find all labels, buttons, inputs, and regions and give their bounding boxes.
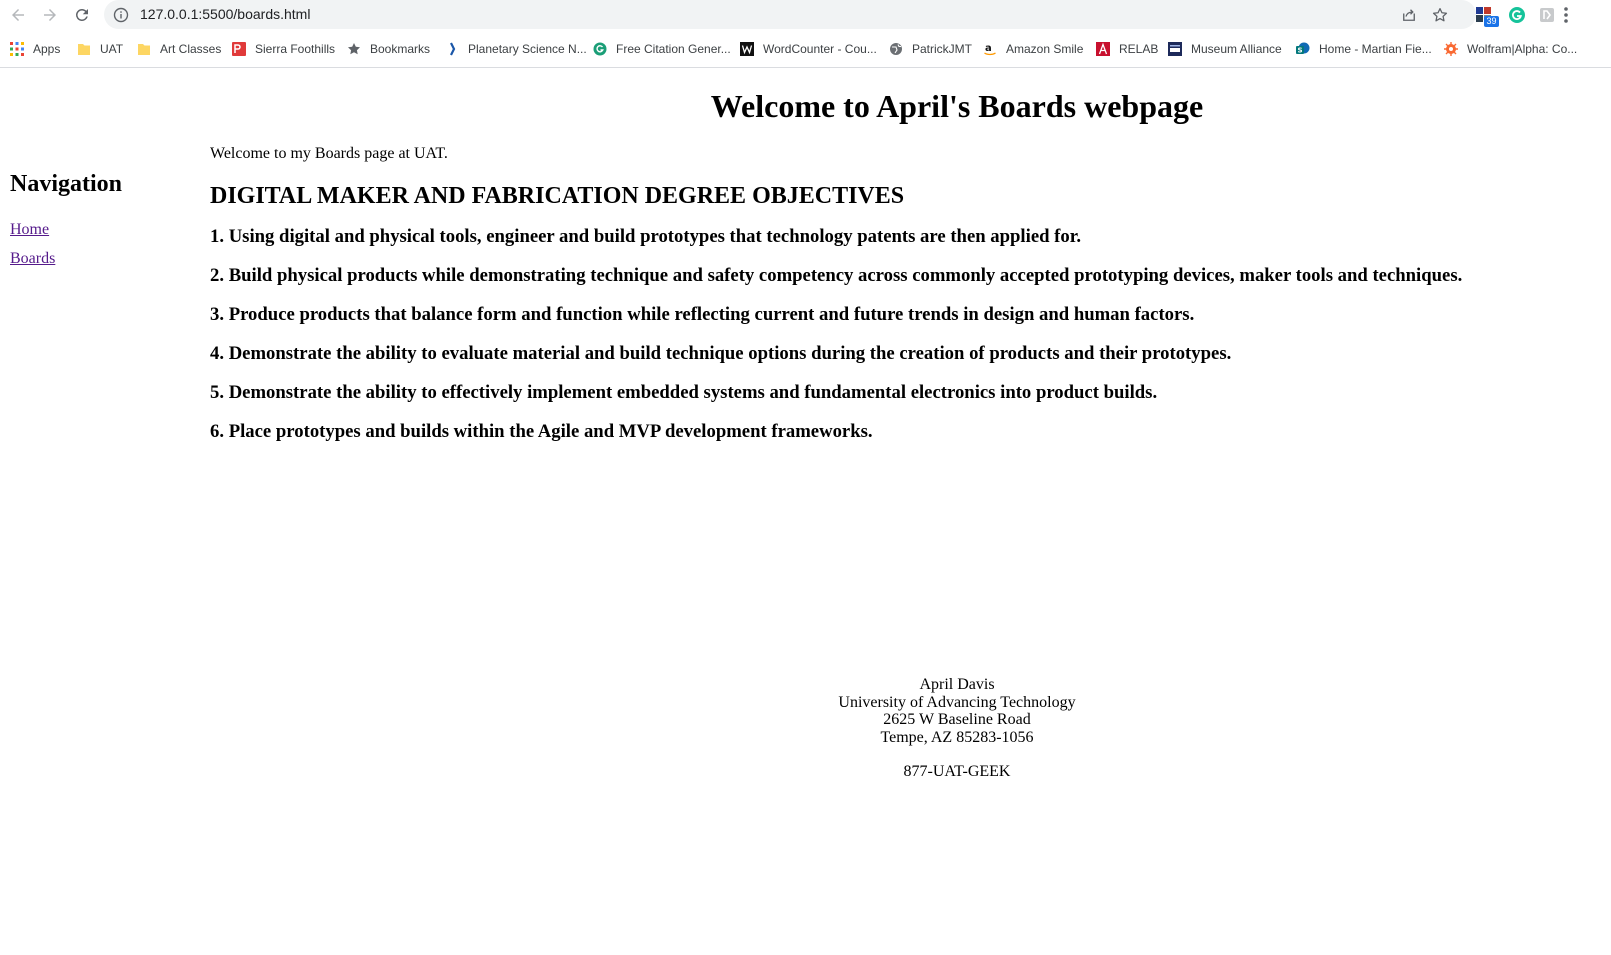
bookmark-label: Museum Alliance	[1191, 42, 1282, 56]
wolfram-icon	[1444, 42, 1458, 56]
share-icon[interactable]	[1400, 6, 1418, 24]
objective-item: 4. Demonstrate the ability to evaluate m…	[210, 343, 1232, 364]
arrow-left-icon	[12, 9, 24, 21]
sidebar-heading: Navigation	[10, 171, 123, 197]
url-text[interactable]: 127.0.0.1:5500/boards.html	[140, 6, 310, 22]
wordcounter-icon	[740, 42, 754, 56]
main-content: Welcome to my Boards page at UAT. DIGITA…	[210, 144, 1590, 443]
bookmark-sierra-foothills[interactable]: Sierra Foothills	[232, 39, 335, 59]
sidebar-navigation: Navigation Home Boards	[10, 170, 200, 268]
objective-item: 5. Demonstrate the ability to effectivel…	[210, 382, 1158, 403]
page-content: Welcome to April's Boards webpage Naviga…	[0, 68, 1611, 955]
bookmark-patrickjmt[interactable]: PatrickJMT	[889, 39, 972, 59]
back-button[interactable]	[5, 3, 31, 27]
extension-puzzle-icon[interactable]	[1537, 5, 1557, 25]
bookmark-label: WordCounter - Cou...	[763, 42, 877, 56]
bookmark-bookmarks[interactable]: Bookmarks	[347, 39, 430, 59]
bookmarks-bar: Apps UAT Art Classes Sierra Foothills Bo…	[0, 36, 1611, 62]
nav-link-boards[interactable]: Boards	[10, 249, 200, 268]
reload-button[interactable]	[69, 3, 95, 27]
objective-item: 6. Place prototypes and builds within th…	[210, 421, 873, 442]
arrow-right-icon	[44, 9, 56, 21]
bookmark-label: RELAB	[1119, 42, 1159, 56]
footer-city: Tempe, AZ 85283-1056	[880, 728, 1034, 746]
intro-text: Welcome to my Boards page at UAT.	[210, 145, 448, 162]
address-bar[interactable]: 127.0.0.1:5500/boards.html	[104, 0, 1476, 29]
info-icon[interactable]	[113, 7, 129, 23]
footer-address: April Davis University of Advancing Tech…	[0, 676, 1611, 781]
more-menu-icon[interactable]	[1560, 5, 1572, 25]
objective-item: 3. Produce products that balance form an…	[210, 304, 1195, 325]
bookmark-art-classes[interactable]: Art Classes	[137, 39, 221, 59]
bookmark-label: Home - Martian Fie...	[1319, 42, 1432, 56]
bookmark-wordcounter[interactable]: WordCounter - Cou...	[740, 39, 877, 59]
bookmark-apps[interactable]: Apps	[10, 39, 60, 59]
bookmark-star-icon[interactable]	[1431, 6, 1449, 24]
browser-toolbar: 127.0.0.1:5500/boards.html 39	[0, 0, 1611, 30]
bookmark-label: Apps	[33, 42, 61, 56]
bookmark-uat[interactable]: UAT	[77, 39, 123, 59]
grammarly-icon[interactable]	[1507, 5, 1527, 25]
apps-grid-icon	[10, 42, 24, 56]
footer-street: 2625 W Baseline Road	[883, 711, 1031, 728]
objective-item: 2. Build physical products while demonst…	[210, 265, 1463, 286]
bookmark-label: UAT	[100, 42, 124, 56]
footer-name: April Davis	[919, 676, 995, 693]
bookmark-martian-field[interactable]: S Home - Martian Fie...	[1296, 39, 1432, 59]
bookmark-label: PatrickJMT	[912, 42, 972, 56]
extension-badge: 39	[1484, 16, 1499, 27]
bookmark-planetary-science[interactable]: Planetary Science N...	[445, 39, 587, 59]
bookmark-museum-alliance[interactable]: Museum Alliance	[1168, 39, 1282, 59]
bookmark-label: Planetary Science N...	[468, 42, 587, 56]
nav-link-home[interactable]: Home	[10, 220, 200, 239]
bookmark-free-citation[interactable]: Free Citation Gener...	[593, 39, 731, 59]
sierra-foothills-icon	[232, 42, 246, 56]
star-icon	[348, 43, 360, 55]
bookmark-label: Bookmarks	[370, 42, 431, 56]
section-heading: DIGITAL MAKER AND FABRICATION DEGREE OBJ…	[210, 183, 905, 209]
footer-phone: 877-UAT-GEEK	[903, 763, 1011, 780]
relab-icon	[1096, 42, 1110, 56]
bookmark-amazon-smile[interactable]: a Amazon Smile	[983, 39, 1083, 59]
citation-icon	[593, 42, 607, 56]
objective-item: 1. Using digital and physical tools, eng…	[210, 226, 1081, 247]
browser-chrome: 127.0.0.1:5500/boards.html 39 Apps UAT A…	[0, 0, 1611, 68]
svg-text:a: a	[985, 43, 992, 54]
reload-icon	[75, 8, 88, 21]
folder-icon	[138, 44, 150, 55]
bookmark-label: Wolfram|Alpha: Co...	[1467, 42, 1578, 56]
footer-organization: University of Advancing Technology	[838, 693, 1076, 711]
folder-icon	[78, 44, 90, 55]
museum-alliance-icon	[1168, 42, 1182, 56]
bookmark-wolfram-alpha[interactable]: Wolfram|Alpha: Co...	[1444, 39, 1577, 59]
bookmark-label: Free Citation Gener...	[616, 42, 731, 56]
amazon-icon: a	[984, 43, 996, 56]
sharepoint-icon: S	[1296, 42, 1310, 55]
planetary-science-icon	[450, 42, 456, 56]
bookmark-label: Art Classes	[160, 42, 222, 56]
bookmark-label: Sierra Foothills	[255, 42, 336, 56]
globe-icon	[890, 43, 902, 55]
forward-button[interactable]	[37, 3, 63, 27]
bookmark-label: Amazon Smile	[1006, 42, 1084, 56]
page-title: Welcome to April's Boards webpage	[710, 88, 1204, 124]
svg-text:S: S	[1298, 47, 1303, 55]
bookmark-relab[interactable]: RELAB	[1096, 39, 1158, 59]
